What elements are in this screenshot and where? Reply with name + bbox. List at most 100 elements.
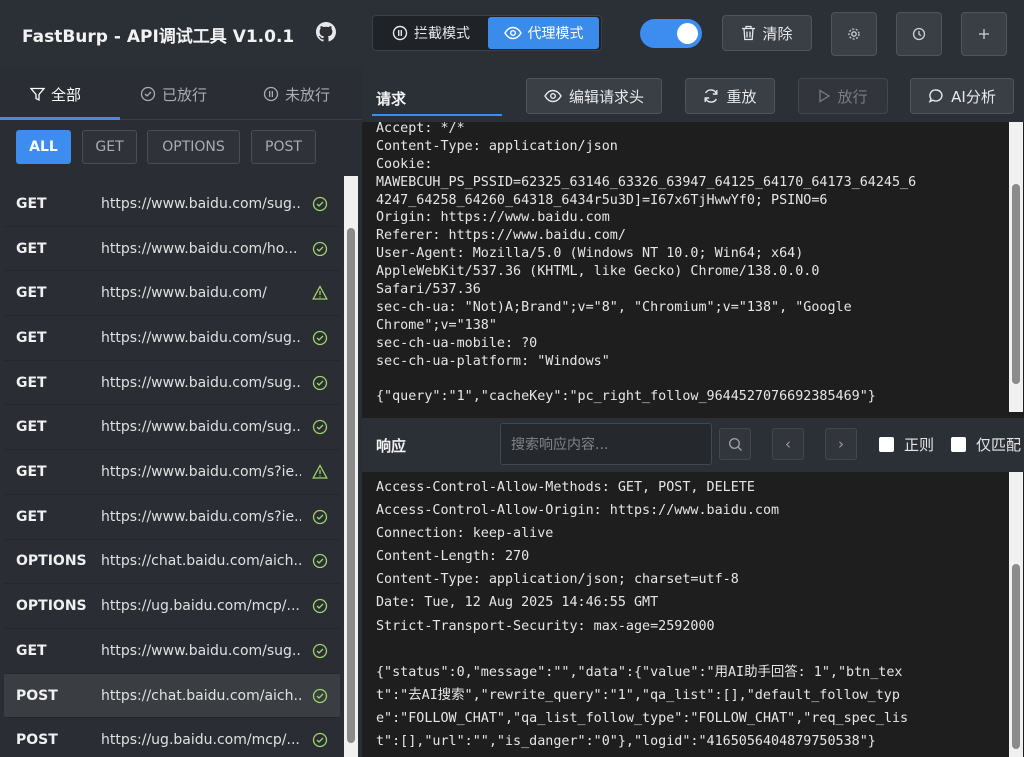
request-row[interactable]: GET https://www.baidu.com/s?ie... — [4, 495, 340, 540]
check-circle-icon — [312, 554, 328, 569]
code-line: sec-ch-ua-mobile: ?0 — [376, 335, 538, 351]
check-circle-icon — [312, 733, 328, 748]
response-scrollbar[interactable] — [1009, 472, 1023, 757]
code-line: sec-ch-ua-platform: "Windows" — [376, 353, 610, 369]
edit-headers-button[interactable]: 编辑请求头 — [526, 78, 662, 114]
replay-label: 重放 — [726, 87, 757, 106]
request-row[interactable]: GET https://www.baidu.com/ho... — [4, 227, 340, 272]
tab-pending[interactable]: 未放行 — [263, 68, 330, 120]
response-search-input[interactable]: 搜索响应内容... — [500, 423, 712, 465]
request-method: GET — [16, 508, 47, 525]
clock-icon — [912, 27, 926, 41]
request-row[interactable]: GET https://www.baidu.com/sug... — [4, 361, 340, 406]
plus-icon — [979, 29, 989, 39]
history-button[interactable] — [896, 12, 942, 56]
intercept-mode-button[interactable]: 拦截模式 — [375, 17, 487, 49]
search-button[interactable] — [719, 428, 751, 460]
proxy-mode-button[interactable]: 代理模式 — [488, 17, 599, 49]
request-row[interactable]: GET https://www.baidu.com/sug... — [4, 182, 340, 227]
ai-analyze-button[interactable]: AI分析 — [910, 78, 1014, 114]
whole-match-checkbox[interactable] — [951, 437, 966, 452]
code-line: Strict-Transport-Security: max-age=25920… — [376, 618, 715, 634]
replay-button[interactable]: 重放 — [685, 78, 775, 114]
code-line: Referer: https://www.baidu.com/ — [376, 228, 626, 244]
chevron-left-icon: ‹ — [785, 435, 791, 453]
github-icon[interactable] — [316, 22, 336, 42]
request-row[interactable]: GET https://www.baidu.com/ — [4, 271, 340, 317]
chevron-right-icon: › — [838, 435, 844, 453]
top-bar: FastBurp - API调试工具 V1.0.1 拦截模式 代理模式 清除 — [0, 0, 1024, 68]
request-method: GET — [16, 374, 47, 391]
tab-released[interactable]: 已放行 — [140, 68, 207, 120]
request-method: GET — [16, 642, 47, 659]
code-line: Content-Type: application/json; charset=… — [376, 572, 739, 588]
mode-switch: 拦截模式 代理模式 — [372, 15, 602, 51]
method-filter-options[interactable]: OPTIONS — [147, 130, 240, 164]
request-url: https://chat.baidu.com/aich... — [101, 687, 301, 704]
code-line: sec-ch-ua: "Not)A;Brand";v="8", "Chromiu… — [376, 299, 852, 315]
request-list: GET https://www.baidu.com/sug... GET https:… — [4, 182, 340, 757]
response-section-label: 响应 — [376, 437, 407, 455]
release-button[interactable]: 放行 — [798, 78, 888, 114]
tab-released-label: 已放行 — [162, 85, 208, 104]
request-row[interactable]: POST https://chat.baidu.com/aich... — [4, 673, 340, 719]
code-line: Content-Length: 270 — [376, 549, 530, 565]
request-url: https://www.baidu.com/sug... — [101, 195, 301, 212]
edit-headers-label: 编辑请求头 — [568, 87, 644, 106]
check-circle-icon — [312, 688, 328, 703]
request-toolbar: 请求 编辑请求头 重放 放行 AI分析 — [362, 68, 1024, 122]
tab-all-label: 全部 — [51, 85, 82, 104]
request-method: GET — [16, 285, 47, 302]
request-list-panel: 全部 已放行 未放行 ALL GET OPTIONS POST GET https… — [0, 68, 362, 757]
eye-icon — [544, 89, 562, 103]
request-scrollbar[interactable] — [1009, 122, 1023, 412]
request-url: https://www.baidu.com/ho... — [101, 240, 298, 257]
request-method: GET — [16, 240, 47, 257]
request-method: GET — [16, 419, 47, 436]
request-url: https://www.baidu.com/s?ie... — [101, 464, 301, 481]
regex-checkbox[interactable] — [879, 437, 894, 452]
check-circle-icon — [312, 241, 328, 256]
request-row[interactable]: GET https://www.baidu.com/sug... — [4, 406, 340, 451]
request-method: POST — [16, 687, 58, 704]
request-row[interactable]: OPTIONS https://chat.baidu.com/aich... — [4, 540, 340, 585]
refresh-icon — [704, 89, 718, 103]
code-line: Safari/537.36 — [376, 282, 481, 298]
settings-button[interactable] — [831, 12, 877, 56]
request-url: https://ug.baidu.com/mcp/... — [101, 732, 300, 749]
tab-all[interactable]: 全部 — [30, 68, 81, 120]
method-filter: ALL GET OPTIONS POST — [0, 120, 362, 175]
release-label: 放行 — [837, 87, 868, 106]
warning-icon — [312, 285, 328, 300]
pause-circle-icon — [263, 86, 279, 102]
prev-match-button[interactable]: ‹ — [772, 428, 804, 460]
method-filter-get[interactable]: GET — [82, 130, 137, 164]
code-line: {"query":"1","cacheKey":"pc_right_follow… — [376, 389, 876, 405]
eye-icon — [503, 26, 522, 40]
app-title: FastBurp - API调试工具 V1.0.1 — [22, 27, 295, 47]
response-body[interactable]: Access-Control-Allow-Methods: GET, POST,… — [376, 476, 908, 753]
request-method: OPTIONS — [16, 553, 87, 570]
request-row[interactable]: GET https://www.baidu.com/sug... — [4, 629, 340, 674]
request-method: GET — [16, 329, 47, 346]
request-url: https://www.baidu.com/sug... — [101, 329, 301, 346]
next-match-button[interactable]: › — [825, 428, 857, 460]
check-circle-icon — [312, 375, 328, 390]
request-row[interactable]: GET https://www.baidu.com/s?ie... — [4, 450, 340, 495]
request-row[interactable]: OPTIONS https://ug.baidu.com/mcp/... — [4, 584, 340, 629]
request-list-scrollbar[interactable] — [344, 176, 358, 757]
request-body[interactable]: Accept: */* Content-Type: application/jso… — [376, 120, 916, 406]
check-circle-icon — [312, 420, 328, 435]
method-filter-all[interactable]: ALL — [16, 130, 71, 164]
ai-analyze-label: AI分析 — [951, 87, 996, 106]
method-filter-post[interactable]: POST — [251, 130, 316, 164]
add-button[interactable] — [961, 12, 1007, 56]
request-row[interactable]: POST https://ug.baidu.com/mcp/... — [4, 718, 340, 757]
code-line: Access-Control-Allow-Methods: GET, POST,… — [376, 480, 755, 495]
clear-button[interactable]: 清除 — [722, 15, 812, 51]
proxy-toggle[interactable] — [640, 19, 702, 48]
request-row[interactable]: GET https://www.baidu.com/sug... — [4, 316, 340, 361]
check-circle-icon — [312, 598, 328, 614]
